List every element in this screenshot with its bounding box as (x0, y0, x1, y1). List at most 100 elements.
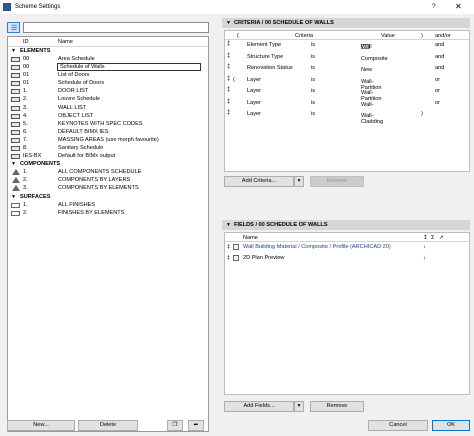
new-button[interactable]: New... (7, 420, 75, 431)
list-item[interactable]: 2. Louvre Schedule (8, 95, 208, 103)
add-criteria-dropdown-icon[interactable]: ▾ (294, 176, 304, 187)
criteria-operator[interactable]: is (311, 54, 315, 60)
cancel-button[interactable]: Cancel (368, 420, 428, 431)
field-name[interactable]: 2D Plan Preview (243, 255, 284, 261)
sort-icon[interactable]: ↓ (423, 244, 426, 250)
list-item[interactable]: 1. DOOR LIST (8, 87, 208, 95)
list-item[interactable]: 6. DEFAULT BIMX IES (8, 128, 208, 136)
list-item[interactable]: 3. COMPONENTS BY ELEMENTS (8, 184, 208, 192)
field-name[interactable]: Wall Building Material / Composite / Pro… (243, 244, 391, 250)
collapse-icon[interactable]: ▼ (11, 194, 16, 200)
list-item[interactable]: IES-BX Default for BIMx output (8, 152, 208, 160)
merge-icon[interactable]: ↗ (439, 235, 444, 241)
criteria-operator[interactable]: is (311, 65, 315, 71)
import-icon[interactable]: ➦ (188, 420, 204, 431)
collapse-icon[interactable]: ▼ (11, 161, 16, 167)
fields-header[interactable]: ▼ FIELDS / 00 SCHEDULE OF WALLS (222, 220, 470, 230)
and-or[interactable]: or (435, 100, 440, 106)
add-criteria-button[interactable]: Add Criteria... (224, 176, 294, 187)
fields-table[interactable]: Name ↧ Σ ↗ ‡ Wall Building Material / Com… (224, 232, 470, 395)
row-handle-icon[interactable]: ‡ (227, 99, 230, 105)
list-item[interactable]: 3. WALL LIST (8, 104, 208, 112)
list-item[interactable]: 8. Sanitary Schedule (8, 144, 208, 152)
row-handle-icon[interactable]: ‡ (227, 76, 230, 82)
help-button[interactable]: ? (432, 3, 436, 10)
list-view-icon[interactable]: ☰ (7, 22, 20, 33)
criteria-table[interactable]: ( Criteria Value ) and/or ‡ Element Type i… (224, 30, 470, 172)
sort-icon[interactable]: ↓ (423, 255, 426, 261)
close-button[interactable]: ✕ (455, 2, 462, 11)
criteria-row[interactable]: ‡ Layer is Wall-or (225, 98, 469, 110)
row-handle-icon[interactable]: ‡ (227, 255, 230, 261)
criteria-row[interactable]: ‡ Layer is Wall- Cladding) (225, 109, 469, 125)
row-handle-icon[interactable]: ‡ (227, 53, 230, 59)
criteria-row[interactable]: ‡(Layer is Wall- Partition or (225, 75, 469, 91)
criteria-row[interactable]: ‡ Layer is Wall- Partition or (225, 86, 469, 102)
list-item[interactable]: 01 Schedule of Doors (8, 79, 208, 87)
list-item[interactable]: 00 Schedule of Walls (8, 63, 208, 72)
list-item[interactable]: 4. OBJECT LIST (8, 112, 208, 120)
criteria-name[interactable]: Layer (247, 77, 261, 83)
criteria-name[interactable]: Layer (247, 111, 261, 117)
criteria-operator[interactable]: is (311, 100, 315, 106)
group-header[interactable]: ▼ ELEMENTS (8, 47, 208, 55)
col-value: Value (381, 33, 395, 39)
add-fields-dropdown-icon[interactable]: ▾ (294, 401, 304, 412)
collapse-icon[interactable]: ▼ (11, 48, 16, 54)
list-item[interactable]: 7. MASSING AREAS (use morph favourite) (8, 136, 208, 144)
criteria-operator[interactable]: is (311, 77, 315, 83)
criteria-name[interactable]: Layer (247, 88, 261, 94)
scheme-list[interactable]: ID Name ▼ ELEMENTS 00 Area Schedule 00 Schedu… (7, 36, 209, 432)
criteria-operator[interactable]: is (311, 42, 315, 48)
remove-criteria-button[interactable]: Remove (310, 176, 364, 187)
row-handle-icon[interactable]: ‡ (227, 41, 230, 47)
column-name[interactable]: Name (58, 39, 73, 45)
item-name: Louvre Schedule (58, 96, 100, 103)
list-item[interactable]: 1. ALL FINISHES (8, 201, 208, 209)
group-label: COMPONENTS (20, 161, 61, 168)
list-item[interactable]: 5. KEYNOTES WITH SPEC CODES (8, 120, 208, 128)
sort-icon[interactable]: ↧ (423, 235, 428, 241)
group-header[interactable]: ▼ COMPONENTS (8, 160, 208, 169)
criteria-name[interactable]: Renovation Status (247, 65, 293, 71)
search-input[interactable] (23, 22, 209, 33)
collapse-icon[interactable]: ▼ (226, 222, 231, 228)
and-or[interactable]: and (435, 42, 444, 48)
criteria-name[interactable]: Element Type (247, 42, 281, 48)
row-handle-icon[interactable]: ‡ (227, 87, 230, 93)
column-id[interactable]: ID (23, 39, 29, 45)
field-row[interactable]: ‡ 2D Plan Preview ↓ (225, 253, 469, 264)
delete-button[interactable]: Delete (78, 420, 138, 431)
list-item[interactable]: 2. FINISHES BY ELEMENTS (8, 209, 208, 217)
list-item[interactable]: 1. ALL COMPONENTS SCHEDULE (8, 168, 208, 176)
collapse-icon[interactable]: ▼ (226, 20, 231, 26)
add-fields-button[interactable]: Add Fields... (224, 401, 294, 412)
total-icon[interactable]: Σ (431, 235, 434, 241)
criteria-operator[interactable]: is (311, 88, 315, 94)
duplicate-icon[interactable]: ❐ (167, 420, 183, 431)
criteria-row[interactable]: ‡ Structure Type is Composite and (225, 52, 469, 64)
criteria-operator[interactable]: is (311, 111, 315, 117)
criteria-name[interactable]: Layer (247, 100, 261, 106)
remove-field-button[interactable]: Remove (310, 401, 364, 412)
and-or[interactable]: or (435, 88, 440, 94)
row-handle-icon[interactable]: ‡ (227, 244, 230, 250)
list-item[interactable]: 01 List of Doors (8, 71, 208, 79)
criteria-row[interactable]: ‡ Element Type is Wall and (225, 40, 469, 52)
and-or[interactable]: and (435, 54, 444, 60)
list-item[interactable]: 2. COMPONENTS BY LAYERS (8, 176, 208, 184)
row-handle-icon[interactable]: ‡ (227, 64, 230, 70)
and-or[interactable]: or (435, 77, 440, 83)
criteria-name[interactable]: Structure Type (247, 54, 283, 60)
and-or[interactable]: and (435, 65, 444, 71)
open-paren[interactable]: ( (233, 77, 235, 83)
row-handle-icon[interactable]: ‡ (227, 110, 230, 116)
criteria-header[interactable]: ▼ CRITERIA / 00 SCHEDULE OF WALLS (222, 18, 470, 28)
criteria-row[interactable]: ‡ Renovation Status is New and (225, 63, 469, 75)
list-item[interactable]: 00 Area Schedule (8, 55, 208, 63)
ok-button[interactable]: OK (432, 420, 470, 431)
window-title: Scheme Settings (15, 4, 61, 10)
close-paren[interactable]: ) (421, 111, 423, 117)
group-header[interactable]: ▼ SURFACES (8, 192, 208, 201)
field-row[interactable]: ‡ Wall Building Material / Composite / Pr… (225, 242, 469, 253)
